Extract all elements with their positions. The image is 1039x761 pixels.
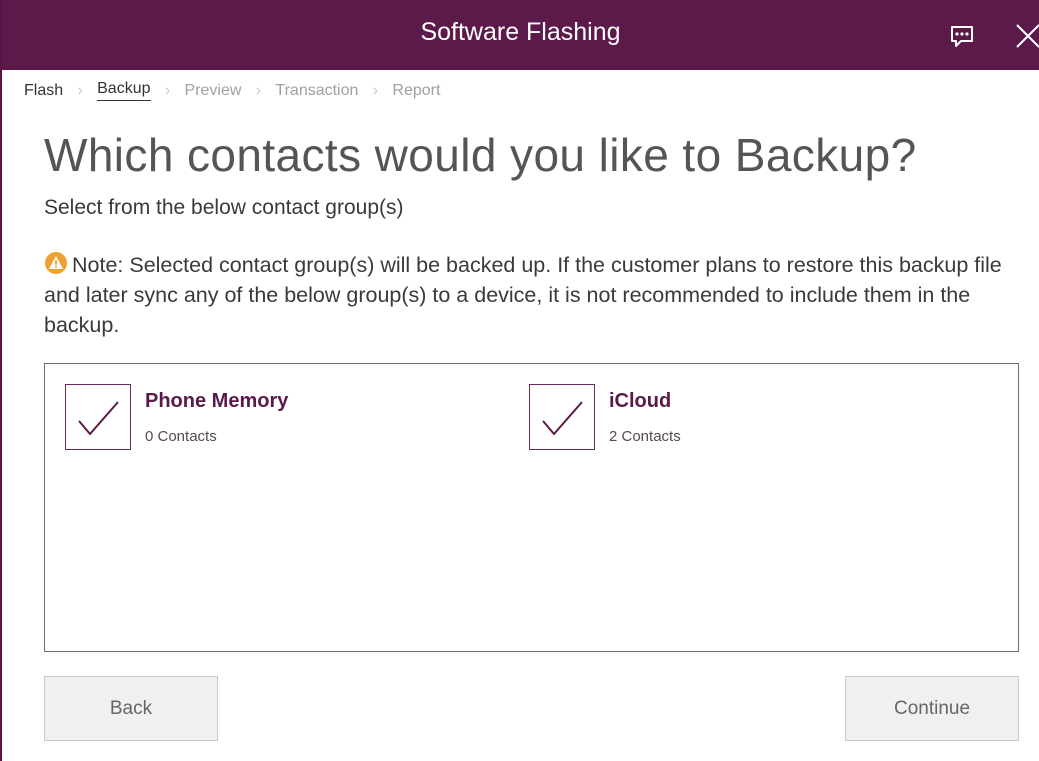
checkmark-icon	[542, 401, 583, 436]
group-name: iCloud	[609, 390, 672, 412]
page-subtitle: Select from the below contact group(s)	[44, 196, 404, 219]
icloud-checkbox[interactable]	[529, 384, 595, 450]
app-window: Software Flashing Flash › Backup › Previ…	[0, 0, 1039, 761]
chevron-right-icon: ›	[372, 81, 379, 99]
chat-bubble-icon[interactable]	[948, 22, 976, 50]
title-bar: Software Flashing	[2, 0, 1039, 70]
group-name: Phone Memory	[145, 390, 289, 412]
close-icon[interactable]	[1014, 22, 1039, 50]
page-title: Which contacts would you like to Backup?	[44, 129, 917, 181]
chevron-right-icon: ›	[255, 81, 262, 99]
breadcrumb-item-flash[interactable]: Flash	[24, 82, 63, 100]
group-count: 0 Contacts	[145, 428, 217, 445]
breadcrumb-item-preview: Preview	[184, 81, 242, 99]
breadcrumb: Flash › Backup › Preview › Transaction ›…	[24, 80, 440, 101]
checkmark-icon	[78, 401, 119, 436]
note-text: Note: Selected contact group(s) will be …	[44, 253, 1002, 337]
breadcrumb-item-report: Report	[392, 81, 441, 99]
group-count: 2 Contacts	[609, 428, 681, 445]
breadcrumb-item-transaction: Transaction	[275, 81, 359, 99]
back-button[interactable]: Back	[44, 676, 218, 741]
contact-groups-panel: Phone Memory 0 Contacts iCloud 2 Contact…	[44, 363, 1019, 652]
chevron-right-icon: ›	[164, 81, 171, 99]
breadcrumb-item-backup[interactable]: Backup	[97, 80, 151, 101]
continue-button[interactable]: Continue	[845, 676, 1019, 741]
window-title: Software Flashing	[420, 18, 621, 46]
warning-icon	[44, 251, 68, 275]
chevron-right-icon: ›	[77, 81, 83, 99]
phone-memory-checkbox[interactable]	[65, 384, 131, 450]
backup-note: Note: Selected contact group(s) will be …	[44, 250, 1014, 340]
